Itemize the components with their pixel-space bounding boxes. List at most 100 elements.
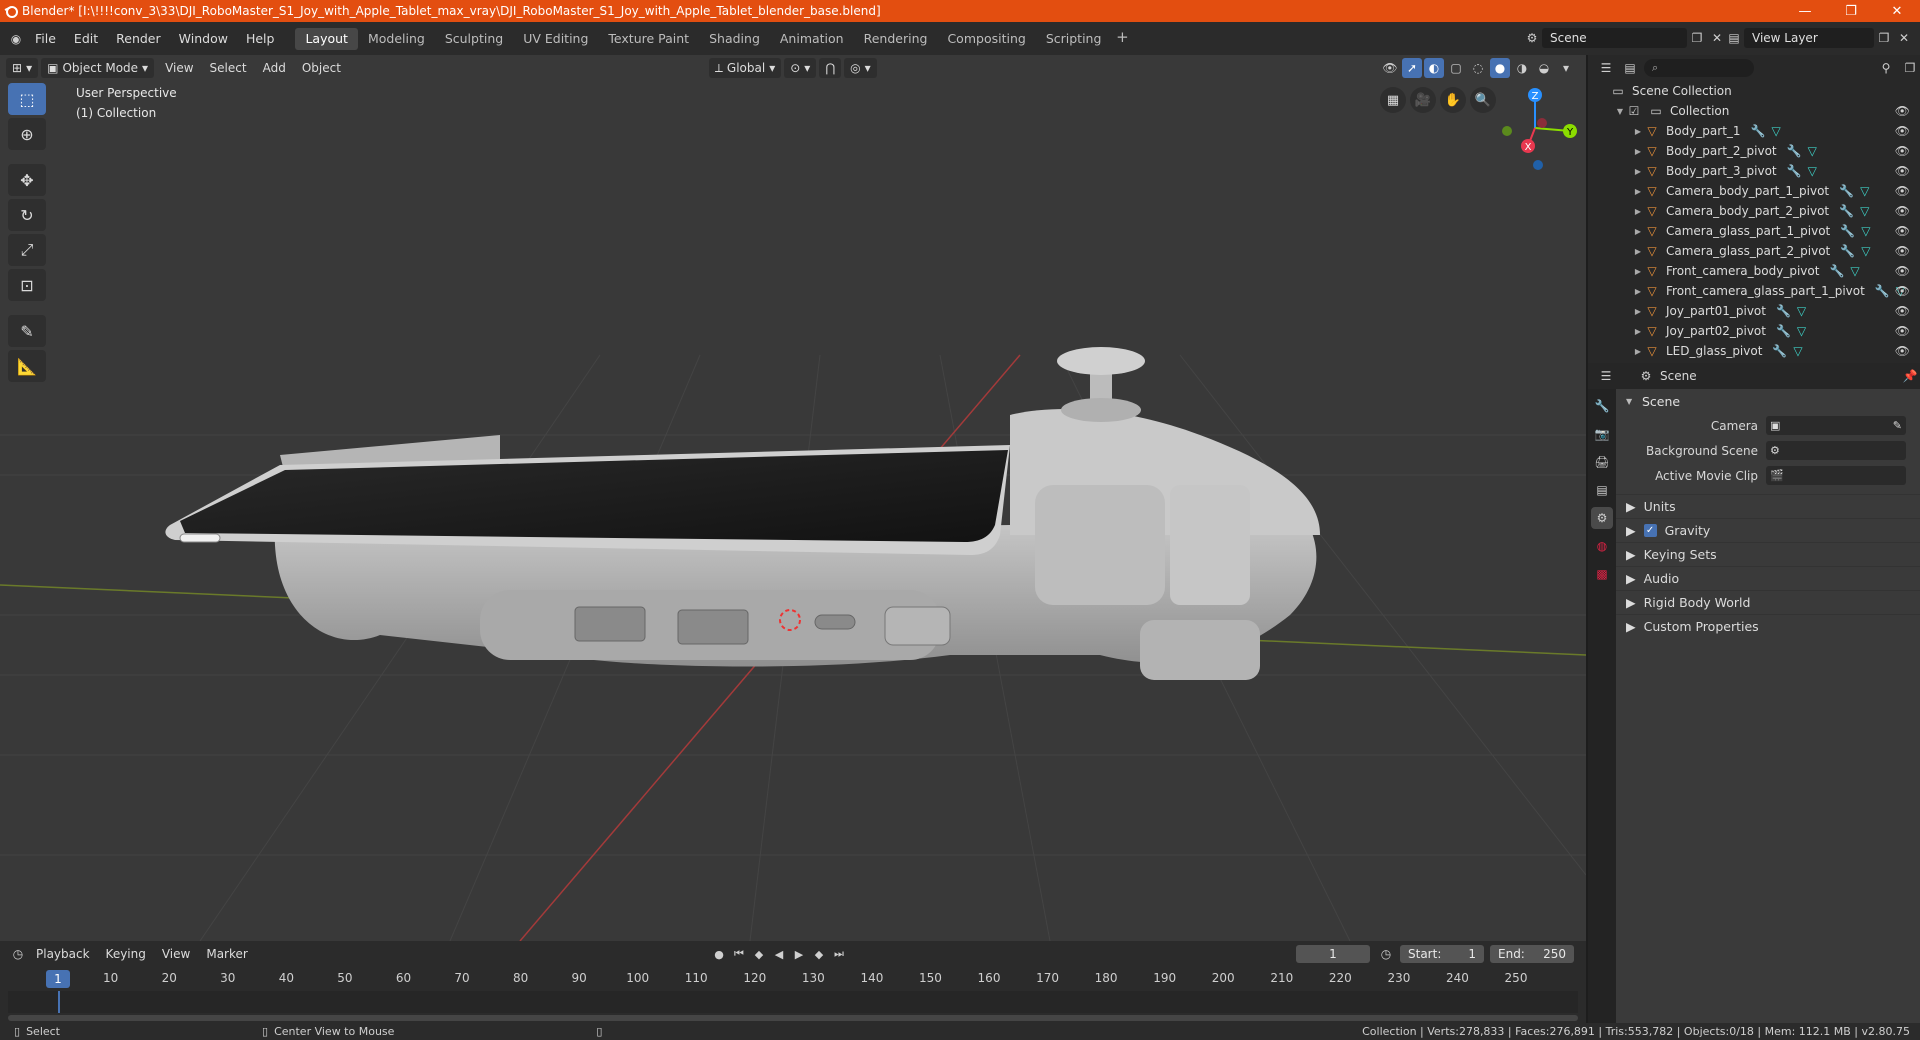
modifier-wrench-icon[interactable]: 🔧 [1839,184,1854,198]
eye-icon[interactable]: 👁 [1895,104,1910,118]
eye-icon[interactable]: 👁 [1895,204,1910,218]
scene-tab-icon[interactable]: ⚙ [1591,507,1613,529]
eye-icon[interactable]: 👁 [1895,344,1910,358]
3d-viewport[interactable]: ⊞ ▾ ▣ Object Mode ▾ View Select Add Object … [0,55,1586,941]
active-movie-clip-field[interactable]: 🎬 [1766,466,1906,485]
rendered-shading-icon[interactable]: ◒ [1534,58,1554,78]
menu-help[interactable]: Help [237,28,284,50]
view-layer-name[interactable]: View Layer [1744,28,1874,48]
rotate-tool[interactable]: ↻ [8,199,46,231]
eyedropper-icon[interactable]: ✎ [1893,419,1906,432]
modifier-wrench-icon[interactable]: 🔧 [1875,284,1890,298]
expand-triangle-icon[interactable]: ▶ [1632,207,1644,216]
pin-icon[interactable]: 📌 [1900,366,1920,386]
expand-triangle-icon[interactable]: ▶ [1632,127,1644,136]
duplicate-view-layer-icon[interactable]: ❐ [1874,28,1894,48]
collapse-triangle-icon[interactable]: ▼ [1614,107,1626,116]
menu-add[interactable]: Add [255,58,294,78]
eye-icon[interactable]: 👁 [1895,164,1910,178]
modifier-wrench-icon[interactable]: 🔧 [1751,124,1766,138]
render-tab-icon[interactable]: 📷 [1591,423,1613,445]
menu-select[interactable]: Select [202,58,255,78]
mesh-data-icon[interactable]: ▽ [1797,304,1806,318]
record-icon[interactable]: ● [710,945,728,963]
menu-window[interactable]: Window [170,28,237,50]
transform-tool[interactable]: ⊡ [8,269,46,301]
outliner-item[interactable]: ▶ ▽ Camera_glass_part_1_pivot 🔧 ▽ 👁 [1588,221,1920,241]
maximize-button[interactable]: ❐ [1828,0,1874,22]
outliner-item[interactable]: ▶ ▽ Joy_part02_pivot 🔧 ▽ 👁 [1588,321,1920,341]
scale-tool[interactable]: ⤢ [8,234,46,266]
outliner-item[interactable]: ▶ ▽ Camera_body_part_1_pivot 🔧 ▽ 👁 [1588,181,1920,201]
select-box-tool[interactable]: ⬚ [8,83,46,115]
proportional-edit-toggle[interactable]: ◎ ▾ [844,58,877,78]
modifier-wrench-icon[interactable]: 🔧 [1829,264,1844,278]
modifier-wrench-icon[interactable]: 🔧 [1787,144,1802,158]
duplicate-scene-icon[interactable]: ❐ [1687,28,1707,48]
blender-menu-icon[interactable]: ◉ [6,29,26,49]
expand-triangle-icon[interactable]: ▶ [1632,307,1644,316]
rigid-body-world-panel[interactable]: ▶ Rigid Body World [1616,590,1920,614]
tab-rendering[interactable]: Rendering [854,28,938,50]
mesh-data-icon[interactable]: ▽ [1860,204,1869,218]
end-frame-field[interactable]: End: 250 [1490,945,1574,963]
prev-keyframe-icon[interactable]: ◆ [750,945,768,963]
close-button[interactable]: ✕ [1874,0,1920,22]
view-layer-selector[interactable]: ▤ View Layer ❐ ✕ [1724,27,1914,49]
tab-shading[interactable]: Shading [699,28,770,50]
expand-triangle-icon[interactable]: ▶ [1632,247,1644,256]
display-mode-icon[interactable]: ▤ [1620,58,1640,78]
view-layer-tab-icon[interactable]: ▤ [1591,479,1613,501]
outliner-item[interactable]: ▶ ▽ Front_camera_body_pivot 🔧 ▽ 👁 [1588,261,1920,281]
tab-layout[interactable]: Layout [295,27,358,50]
outliner-item[interactable]: ▶ ▽ Camera_glass_part_2_pivot 🔧 ▽ 👁 [1588,241,1920,261]
units-panel[interactable]: ▶ Units [1616,494,1920,518]
audio-panel[interactable]: ▶ Audio [1616,566,1920,590]
scene-collection-row[interactable]: ▭ Scene Collection [1588,81,1920,101]
menu-file[interactable]: File [26,28,65,50]
mesh-data-icon[interactable]: ▽ [1772,124,1781,138]
outliner-item[interactable]: ▶ ▽ Front_camera_glass_part_1_pivot 🔧 ▽ 👁 [1588,281,1920,301]
expand-triangle-icon[interactable]: ▶ [1632,147,1644,156]
outliner-item[interactable]: ▶ ▽ Body_part_2_pivot 🔧 ▽ 👁 [1588,141,1920,161]
modifier-wrench-icon[interactable]: 🔧 [1840,244,1855,258]
scene-name[interactable]: Scene [1542,28,1687,48]
keying-sets-panel[interactable]: ▶ Keying Sets [1616,542,1920,566]
outliner-search-input[interactable]: ⌕ [1644,59,1754,77]
outliner-item[interactable]: ▶ ▽ Body_part_1 🔧 ▽ 👁 [1588,121,1920,141]
transform-orientation-dropdown[interactable]: ⟂ Global ▾ [708,58,782,78]
eye-icon[interactable]: 👁 [1895,264,1910,278]
menu-keying[interactable]: Keying [98,947,154,961]
jump-start-icon[interactable]: ⏮ [730,945,748,963]
checkbox-icon[interactable]: ☑ [1626,104,1642,118]
texture-tab-icon[interactable]: ▩ [1591,563,1613,585]
measure-tool[interactable]: 📐 [8,350,46,382]
minimize-button[interactable]: — [1782,0,1828,22]
expand-triangle-icon[interactable]: ▶ [1632,347,1644,356]
gizmo-toggle-icon[interactable]: ➚ [1402,58,1422,78]
annotate-tool[interactable]: ✎ [8,315,46,347]
menu-marker[interactable]: Marker [198,947,255,961]
jump-end-icon[interactable]: ⏭ [830,945,848,963]
eye-icon[interactable]: 👁 [1895,324,1910,338]
mesh-data-icon[interactable]: ▽ [1850,264,1859,278]
next-keyframe-icon[interactable]: ◆ [810,945,828,963]
scene-selector[interactable]: ⚙ Scene ❐ ✕ [1522,27,1727,49]
menu-object[interactable]: Object [294,58,349,78]
output-tab-icon[interactable]: 🖨 [1591,451,1613,473]
current-frame-indicator[interactable]: 1 [46,970,70,988]
eye-icon[interactable]: 👁 [1895,184,1910,198]
new-collection-icon[interactable]: ❐ [1900,58,1920,78]
mesh-data-icon[interactable]: ▽ [1861,224,1870,238]
camera-field[interactable]: ▣ ✎ [1766,416,1906,435]
navigation-gizmo[interactable]: Z Y X [1490,83,1580,173]
tool-tab-icon[interactable]: 🔧 [1591,395,1613,417]
outliner-editor-type-icon[interactable]: ☰ [1596,58,1616,78]
start-frame-field[interactable]: Start: 1 [1400,945,1484,963]
tab-animation[interactable]: Animation [770,28,854,50]
menu-playback[interactable]: Playback [28,947,98,961]
modifier-wrench-icon[interactable]: 🔧 [1776,304,1791,318]
eye-icon[interactable]: 👁 [1895,144,1910,158]
mode-dropdown[interactable]: ▣ Object Mode ▾ [41,58,155,78]
outliner-item[interactable]: ▶ ▽ LED_glass_pivot 🔧 ▽ 👁 [1588,341,1920,361]
